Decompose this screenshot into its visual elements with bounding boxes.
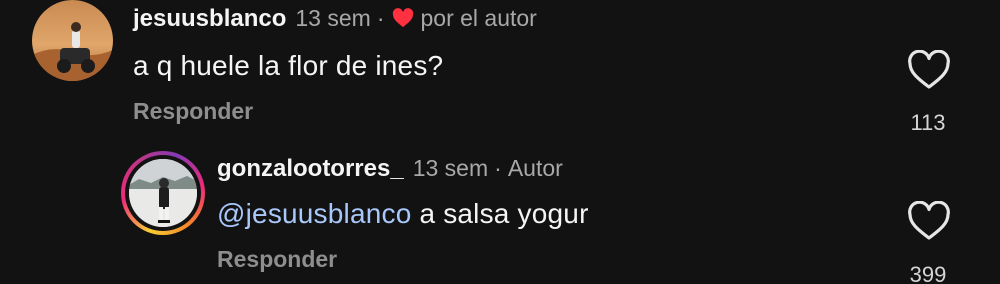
comment-time: 13 sem xyxy=(295,5,371,31)
comment-username[interactable]: jesuusblanco xyxy=(133,5,286,32)
author-badge: Autor xyxy=(507,155,563,181)
separator: · xyxy=(494,155,502,181)
avatar[interactable] xyxy=(32,0,113,81)
comment-header: jesuusblanco 13 sem · por el autor xyxy=(133,5,537,33)
reply-button[interactable]: Responder xyxy=(217,246,337,273)
reply-time: 13 sem xyxy=(412,155,489,181)
like-count: 399 xyxy=(909,262,947,284)
reply-button[interactable]: Responder xyxy=(133,98,253,125)
reply-header: gonzalootorres_ 13 sem · Autor xyxy=(217,155,563,183)
like-heart-icon[interactable] xyxy=(907,49,951,90)
like-count: 113 xyxy=(910,110,946,135)
comment-text: a q huele la flor de ines? xyxy=(133,50,444,81)
red-heart-icon xyxy=(392,8,414,33)
separator: · xyxy=(376,5,385,31)
liked-by-author-label: por el autor xyxy=(420,5,537,31)
reply-text: @jesuusblanco a salsa yogur xyxy=(217,198,589,230)
comments-thread: jesuusblanco 13 sem · por el autor a q huel… xyxy=(0,0,1000,284)
story-ring[interactable] xyxy=(121,151,205,235)
like-heart-icon[interactable] xyxy=(907,200,951,241)
reply-username[interactable]: gonzalootorres_ xyxy=(217,155,404,182)
mention-link[interactable]: @jesuusblanco xyxy=(217,198,411,229)
avatar[interactable] xyxy=(129,159,197,227)
reply-body: a salsa yogur xyxy=(411,198,589,229)
